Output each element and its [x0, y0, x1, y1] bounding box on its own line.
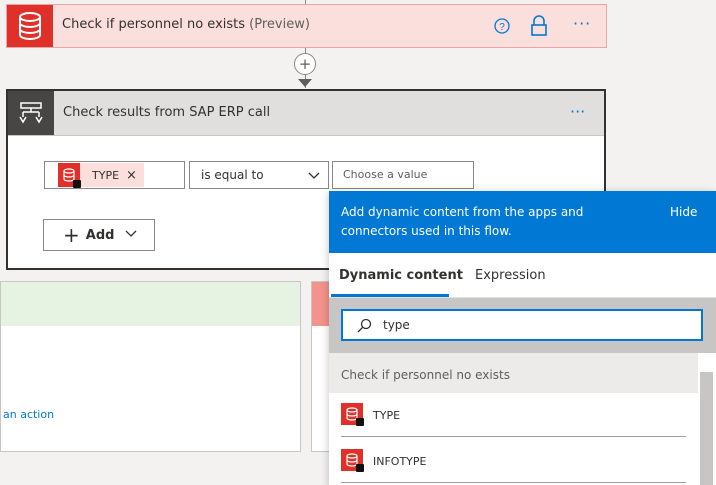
token-label: TYPE [92, 168, 120, 182]
lock-badge-icon [356, 418, 364, 426]
hide-button[interactable]: Hide [670, 205, 697, 219]
list-item-label: INFOTYPE [373, 455, 427, 468]
lock-badge-icon [73, 180, 81, 188]
value-placeholder: Choose a value [343, 168, 428, 181]
step-card-check-personnel[interactable]: Check if personnel no exists (Preview) ?… [6, 4, 607, 48]
operator-value: is equal to [201, 168, 264, 182]
remove-token-button[interactable]: × [126, 169, 137, 182]
more-options-icon[interactable]: ··· [570, 102, 585, 121]
search-icon [356, 318, 372, 338]
insert-step-button[interactable]: + [294, 53, 316, 75]
step-title-text: Check if personnel no exists [62, 17, 246, 32]
database-icon [58, 163, 81, 188]
list-item[interactable]: INFOTYPE [329, 439, 698, 483]
more-options-icon[interactable]: ··· [573, 14, 591, 33]
plus-icon: + [63, 223, 80, 247]
dynamic-token-type[interactable]: TYPE × [58, 163, 144, 188]
chevron-down-icon [307, 168, 321, 185]
divider [341, 436, 686, 437]
database-icon [7, 5, 53, 47]
list-item-label: TYPE [373, 409, 401, 422]
condition-right-operand[interactable]: Choose a value [332, 161, 474, 189]
add-row-button[interactable]: + Add [43, 219, 155, 251]
lock-badge-icon [356, 464, 364, 472]
lock-icon[interactable] [530, 15, 548, 41]
operator-select[interactable]: is equal to [189, 161, 329, 189]
active-tab-indicator [331, 294, 449, 297]
if-yes-header[interactable] [1, 282, 300, 326]
condition-left-operand[interactable]: TYPE × [44, 161, 185, 189]
svg-text:?: ? [499, 22, 505, 33]
tab-expression[interactable]: Expression [475, 268, 546, 283]
list-item[interactable]: TYPE [329, 393, 698, 437]
database-icon [341, 403, 364, 426]
if-yes-branch: an action [0, 281, 301, 452]
scrollbar[interactable] [700, 372, 713, 485]
panel-tabs: Dynamic content Expression [329, 253, 716, 298]
section-header: Check if personnel no exists [329, 353, 698, 393]
section-title: Check if personnel no exists [341, 368, 510, 382]
search-input[interactable]: type [341, 309, 703, 341]
condition-header[interactable]: Check results from SAP ERP call ··· [8, 91, 604, 135]
arrow-down-icon [298, 79, 312, 87]
add-label: Add [85, 227, 115, 243]
step-title[interactable]: Check if personnel no exists (Preview) [62, 17, 310, 32]
search-query: type [383, 318, 410, 332]
chevron-down-icon [124, 226, 138, 244]
panel-header: Add dynamic content from the apps and co… [329, 191, 716, 253]
preview-label: (Preview) [249, 17, 310, 32]
help-circle-icon[interactable]: ? [494, 18, 510, 38]
condition-icon [8, 91, 54, 135]
divider [341, 482, 686, 483]
dynamic-content-panel: Add dynamic content from the apps and co… [329, 191, 716, 485]
tab-dynamic-content[interactable]: Dynamic content [339, 268, 463, 283]
database-icon [341, 449, 364, 472]
search-zone: type [329, 298, 716, 353]
panel-message: Add dynamic content from the apps and co… [341, 205, 584, 238]
condition-title: Check results from SAP ERP call [63, 105, 271, 120]
add-action-link[interactable]: an action [3, 408, 54, 421]
